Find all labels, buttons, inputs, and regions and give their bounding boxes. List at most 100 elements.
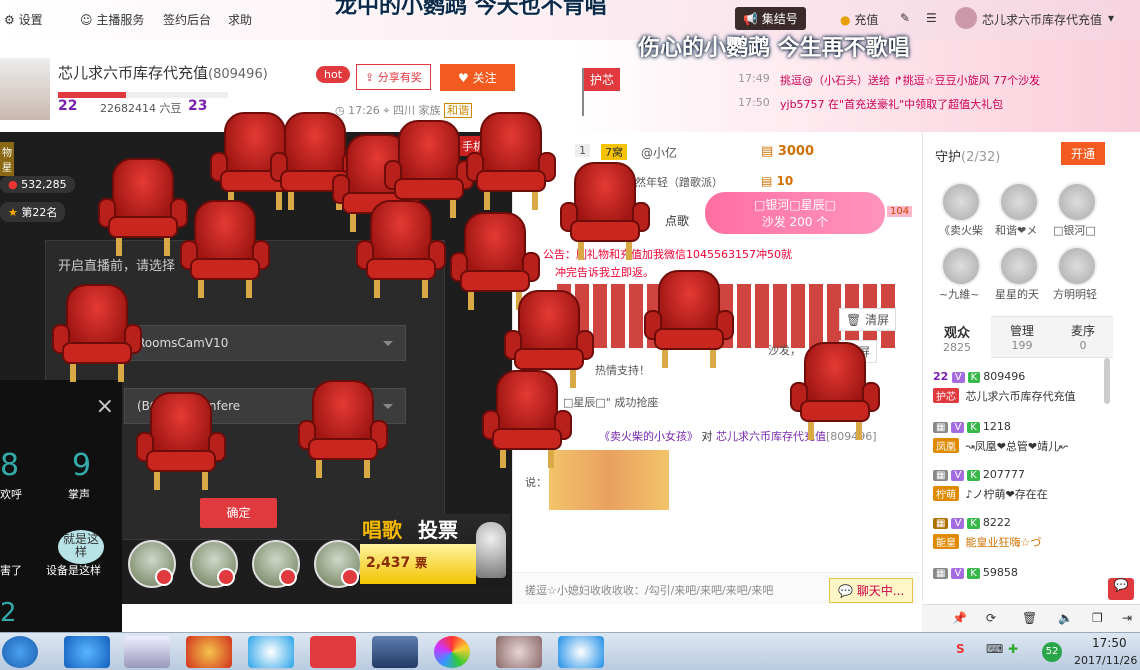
guard-avatar[interactable] — [1057, 246, 1097, 286]
viewer-row[interactable]: 护芯 芯儿求六币库存代充值 — [933, 388, 1076, 404]
delete-icon[interactable]: 🗑 — [1022, 611, 1037, 625]
pin-icon[interactable]: 📌 — [952, 611, 967, 625]
tab-mic-queue-label: 麦序 — [1070, 324, 1095, 338]
viewer-row[interactable]: ▦ V K 8222 — [933, 516, 1011, 529]
vote-unit: 票 — [415, 556, 428, 570]
guard-name[interactable]: 方明明轻 — [1053, 286, 1097, 302]
anchor-service-label: 主播服务 — [96, 13, 145, 27]
ie-icon[interactable] — [64, 636, 110, 668]
sofa-seat-icon — [298, 380, 388, 480]
guard-name[interactable]: 《卖火柴 — [939, 222, 983, 238]
host-avatar[interactable] — [0, 58, 50, 120]
sign-backend-link[interactable]: 签约后台 — [163, 11, 211, 28]
chevron-down-icon[interactable]: ▾ — [1108, 11, 1114, 25]
ok-button[interactable]: 确定 — [200, 498, 277, 528]
guard-name[interactable]: □银河□ — [1053, 222, 1096, 238]
avatar-thumb: ▦ — [933, 518, 949, 529]
guard-avatar[interactable] — [941, 182, 981, 222]
host-beans: 22682414 六豆 — [100, 102, 182, 115]
notepad-icon[interactable] — [124, 636, 170, 668]
tab-admin[interactable]: 管理 199 — [991, 316, 1053, 358]
tab-admin-label: 管理 — [1009, 324, 1034, 338]
scrollbar[interactable] — [1104, 358, 1110, 404]
song-tab[interactable]: 点歌 — [665, 212, 689, 229]
open-guard-button[interactable]: 开通 — [1061, 142, 1106, 165]
viewer-row[interactable]: ▦ V K 59858 — [933, 566, 1018, 579]
guard-avatar[interactable] — [999, 182, 1039, 222]
close-icon[interactable]: × — [96, 394, 114, 419]
vote-panel[interactable]: 唱歌 投票 2,437 票 — [360, 514, 510, 586]
hot-badge: hot — [316, 66, 351, 83]
guard-avatar[interactable] — [1057, 182, 1097, 222]
refresh-icon[interactable]: ⟳ — [986, 611, 996, 625]
follow-button[interactable]: ♥ 关注 — [440, 64, 515, 91]
app-icon[interactable] — [372, 636, 418, 668]
edit-icon[interactable]: ✎ — [900, 11, 910, 25]
viewer-row[interactable]: ▦ V K 207777 — [933, 468, 1025, 481]
anchor-service-link[interactable]: ☺ 主播服务 — [80, 11, 144, 28]
notification-badge[interactable]: 52 — [1042, 642, 1062, 662]
sofa-seat-icon — [560, 162, 650, 262]
chat-bubble-icon[interactable]: 💬 — [1108, 578, 1134, 600]
plus-icon[interactable]: ✚ — [1008, 642, 1018, 656]
viewer-row[interactable]: 凤凰 ↝凤凰❤总管❤靖儿↜ — [933, 438, 1068, 454]
six-room-icon[interactable] — [310, 636, 356, 668]
tab-mic-queue[interactable]: 麦序 0 — [1053, 316, 1113, 358]
sticker-label-1[interactable]: 害了 — [0, 562, 22, 578]
viewer-row[interactable]: ▦ V K 1218 — [933, 420, 1011, 433]
clear-screen-button[interactable]: 🗑 清屏 — [839, 308, 897, 331]
camera-select[interactable]: RoomsCamV10 — [124, 325, 406, 361]
qq-browser-icon[interactable] — [248, 636, 294, 668]
guard-avatar[interactable] — [941, 246, 981, 286]
gift-line-1: □银河□星辰□ — [753, 198, 836, 212]
user-avatar[interactable] — [955, 7, 977, 29]
gift-count: 104 — [887, 206, 913, 217]
guard-name[interactable]: 和谐❤メ — [995, 222, 1037, 238]
bubble-sticker: 就是这样 — [58, 530, 104, 564]
viewer-id: 59858 — [982, 566, 1018, 579]
viewer-row[interactable]: 柠萌 ♪ノ柠萌❤存在在 — [933, 486, 1048, 502]
viewer-name: ♪ノ柠萌❤存在在 — [965, 488, 1048, 501]
viewer-row[interactable]: 22 V K 809496 — [933, 370, 1025, 383]
count-right: 9 — [72, 448, 92, 483]
browser-icon[interactable] — [186, 636, 232, 668]
vote-title-a: 唱歌 — [362, 518, 402, 542]
count-bottom: 2 — [0, 598, 17, 628]
guard-name[interactable]: ~九維~ — [939, 286, 979, 302]
chat-user[interactable]: @小亿 — [641, 144, 677, 161]
settings-button[interactable]: ⚙ 设置 — [4, 11, 43, 28]
user-name[interactable]: 芯儿求六币库存代充值 — [982, 11, 1102, 28]
seat-icon — [155, 568, 173, 586]
start-button[interactable] — [2, 636, 38, 668]
help-link[interactable]: 求助 — [228, 11, 252, 28]
exit-icon[interactable]: ⇥ — [1122, 611, 1132, 625]
tab-audience[interactable]: 观众 2825 — [923, 316, 991, 358]
guard-avatar[interactable] — [999, 246, 1039, 286]
share-button[interactable]: ⇪ 分享有奖 — [356, 64, 431, 90]
keyboard-icon[interactable]: ⌨ — [986, 642, 1003, 656]
menu-icon[interactable]: ☰ — [926, 11, 937, 25]
cheer-label[interactable]: 欢呼 — [0, 486, 22, 502]
gift-from[interactable]: 《卖火柴的小女孩》 — [599, 430, 698, 443]
vip-icon: V — [951, 518, 965, 529]
photos-icon[interactable] — [434, 636, 470, 668]
clock-time[interactable]: 17:50 — [1092, 636, 1127, 650]
k-icon: K — [967, 470, 980, 481]
viewer-id: 207777 — [982, 468, 1025, 481]
window-icon[interactable]: ❐ — [1092, 611, 1103, 625]
sogou-icon[interactable]: S — [956, 642, 965, 656]
k-app-icon[interactable] — [558, 636, 604, 668]
avatar-app-icon[interactable] — [496, 636, 542, 668]
gather-button[interactable]: 📢 集结号 — [735, 7, 806, 30]
sticker-label-2[interactable]: 设备是这样 — [46, 562, 101, 578]
volume-icon[interactable]: 🔈 — [1058, 611, 1073, 625]
clock-date[interactable]: 2017/11/26 — [1074, 654, 1137, 667]
recharge-button[interactable]: ● 充值 — [840, 11, 878, 28]
applause-label[interactable]: 掌声 — [68, 486, 90, 502]
chat-button[interactable]: 💬 聊天中... — [829, 578, 914, 603]
guard-title-text: 守护 — [935, 150, 962, 165]
viewer-tag: 能皇 — [933, 534, 959, 549]
viewer-row[interactable]: 能皇 能皇业狂嗨☆づ — [933, 534, 1041, 550]
guard-name[interactable]: 星星的天 — [995, 286, 1039, 302]
viewer-level: 22 — [933, 370, 949, 383]
